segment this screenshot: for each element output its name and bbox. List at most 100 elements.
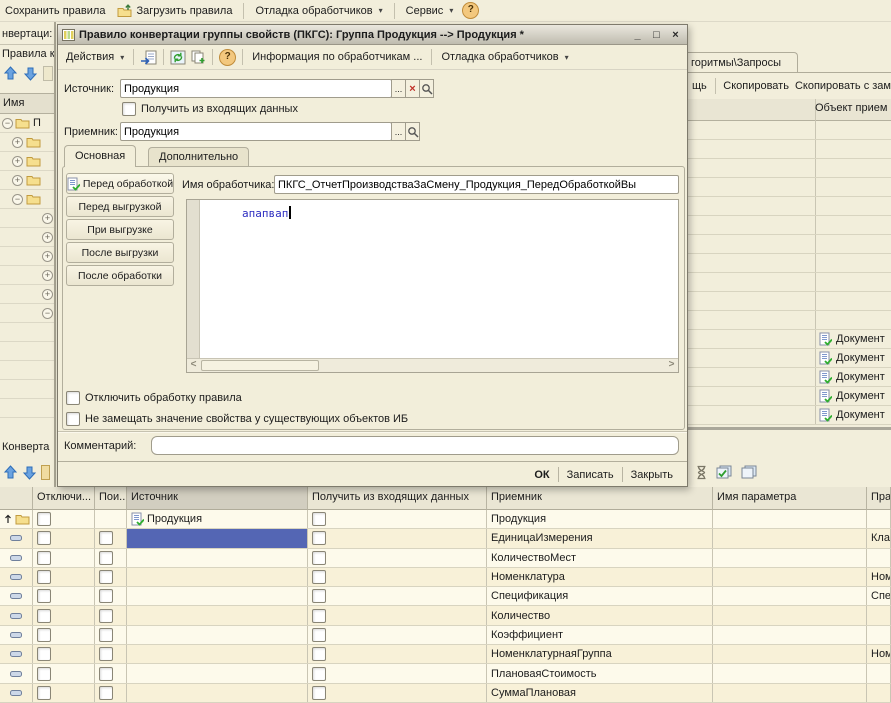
table-row[interactable]: СуммаПлановая [0, 684, 891, 703]
col-source-cell[interactable] [127, 549, 308, 567]
col-target-cell[interactable]: СуммаПлановая [487, 684, 713, 702]
copy-pages-check-icon[interactable] [715, 465, 732, 480]
scroll-thumb[interactable] [201, 360, 319, 371]
col-param-cell[interactable] [713, 645, 867, 663]
column-header-col-incoming[interactable]: Получить из входящих данных [308, 487, 487, 510]
col-target-cell[interactable]: Спецификация [487, 587, 713, 605]
col-search-cell[interactable] [95, 664, 127, 682]
column-header-col-search[interactable]: Пои... [95, 487, 127, 510]
receiver-row[interactable] [688, 254, 891, 273]
row-incoming-checkbox[interactable] [312, 589, 326, 603]
expander-icon[interactable]: + [42, 289, 53, 300]
tree-row[interactable]: + [0, 152, 54, 171]
col-icon-cell[interactable] [0, 606, 33, 624]
col-param-cell[interactable] [713, 606, 867, 624]
col-disable-cell[interactable] [33, 568, 95, 586]
tree-row[interactable]: + [0, 266, 54, 285]
col-rule-cell[interactable] [867, 664, 891, 682]
ellipsis-button[interactable]: ... [391, 122, 406, 141]
column-header-col-param[interactable]: Имя параметра [713, 487, 867, 510]
col-param-cell[interactable] [713, 664, 867, 682]
col-source-cell[interactable] [127, 645, 308, 663]
col-search-cell[interactable] [95, 510, 127, 528]
col-icon-cell[interactable] [0, 510, 33, 528]
table-row[interactable]: ЕдиницаИзмеренияКла [0, 529, 891, 548]
scroll-left-icon[interactable]: < [187, 359, 200, 372]
row-incoming-checkbox[interactable] [312, 531, 326, 545]
col-icon-cell[interactable] [0, 587, 33, 605]
tree-row[interactable]: + [0, 285, 54, 304]
tree-row[interactable] [0, 380, 54, 399]
col-search-cell[interactable] [95, 645, 127, 663]
col-param-cell[interactable] [713, 684, 867, 702]
row-incoming-checkbox[interactable] [312, 647, 326, 661]
row-search-checkbox[interactable] [99, 531, 113, 545]
row-disable-checkbox[interactable] [37, 512, 51, 526]
col-param-cell[interactable] [713, 568, 867, 586]
table-row[interactable]: КоличествоМест [0, 549, 891, 568]
receiver-row[interactable]: Документ [688, 406, 891, 425]
code-editor[interactable]: апапвап < > [186, 199, 679, 373]
row-incoming-checkbox[interactable] [312, 512, 326, 526]
expander-icon[interactable]: − [42, 308, 53, 319]
col-rule-cell[interactable]: Кла [867, 529, 891, 547]
col-disable-cell[interactable] [33, 549, 95, 567]
col-target-cell[interactable]: Количество [487, 606, 713, 624]
expander-icon[interactable]: − [2, 118, 13, 129]
column-header-col-icon[interactable] [0, 487, 33, 510]
row-incoming-checkbox[interactable] [312, 686, 326, 700]
disable-rule-checkbox[interactable] [66, 391, 80, 405]
col-disable-cell[interactable] [33, 684, 95, 702]
col-source-cell[interactable]: Продукция [127, 510, 308, 528]
tab-main[interactable]: Основная [64, 145, 136, 167]
col-source-cell[interactable] [127, 568, 308, 586]
col-search-cell[interactable] [95, 606, 127, 624]
col-target-cell[interactable]: Номенклатура [487, 568, 713, 586]
row-incoming-checkbox[interactable] [312, 609, 326, 623]
row-disable-checkbox[interactable] [37, 570, 51, 584]
dialog-debug-handlers-menu[interactable]: Отладка обработчиков▾ [438, 50, 571, 64]
col-source-cell[interactable] [127, 626, 308, 644]
col-rule-cell[interactable] [867, 684, 891, 702]
incoming-checkbox[interactable] [122, 102, 136, 116]
copy-button[interactable]: Скопировать [723, 80, 789, 92]
col-search-cell[interactable] [95, 626, 127, 644]
write-icon[interactable] [140, 50, 157, 65]
tree-row[interactable]: + [0, 133, 54, 152]
expander-icon[interactable]: + [42, 213, 53, 224]
row-disable-checkbox[interactable] [37, 647, 51, 661]
expander-icon[interactable]: + [42, 270, 53, 281]
copy-with-replace-button[interactable]: Скопировать с зам [795, 80, 891, 92]
handler-tab-after-export[interactable]: После выгрузки [66, 242, 174, 263]
col-target-cell[interactable]: КоличествоМест [487, 549, 713, 567]
tree-row[interactable]: + [0, 228, 54, 247]
col-disable-cell[interactable] [33, 664, 95, 682]
clear-icon[interactable]: × [405, 79, 420, 98]
row-search-checkbox[interactable] [99, 686, 113, 700]
handler-tab-after-processing[interactable]: После обработки [66, 265, 174, 286]
col-disable-cell[interactable] [33, 529, 95, 547]
col-icon-cell[interactable] [0, 626, 33, 644]
expander-icon[interactable]: + [12, 137, 23, 148]
col-target-cell[interactable]: ПлановаяСтоимость [487, 664, 713, 682]
receiver-row[interactable] [688, 178, 891, 197]
row-search-checkbox[interactable] [99, 628, 113, 642]
row-disable-checkbox[interactable] [37, 589, 51, 603]
maximize-button[interactable]: □ [649, 29, 664, 41]
tree-row[interactable]: + [0, 171, 54, 190]
row-search-checkbox[interactable] [99, 551, 113, 565]
col-param-cell[interactable] [713, 529, 867, 547]
expander-icon[interactable]: + [12, 175, 23, 186]
tree-name-header[interactable]: Имя [0, 93, 54, 114]
col-incoming-cell[interactable] [308, 684, 487, 702]
col-incoming-cell[interactable] [308, 645, 487, 663]
arrow-up-icon[interactable] [3, 66, 18, 81]
receiver-row[interactable] [688, 273, 891, 292]
row-disable-checkbox[interactable] [37, 686, 51, 700]
receiver-row[interactable] [688, 216, 891, 235]
table-row[interactable]: СпецификацияСпе [0, 587, 891, 606]
col-rule-cell[interactable] [867, 510, 891, 528]
algorithms-queries-tab[interactable]: горитмы\Запросы [688, 52, 798, 73]
minimize-button[interactable]: _ [630, 29, 645, 41]
receiver-row[interactable] [688, 159, 891, 178]
